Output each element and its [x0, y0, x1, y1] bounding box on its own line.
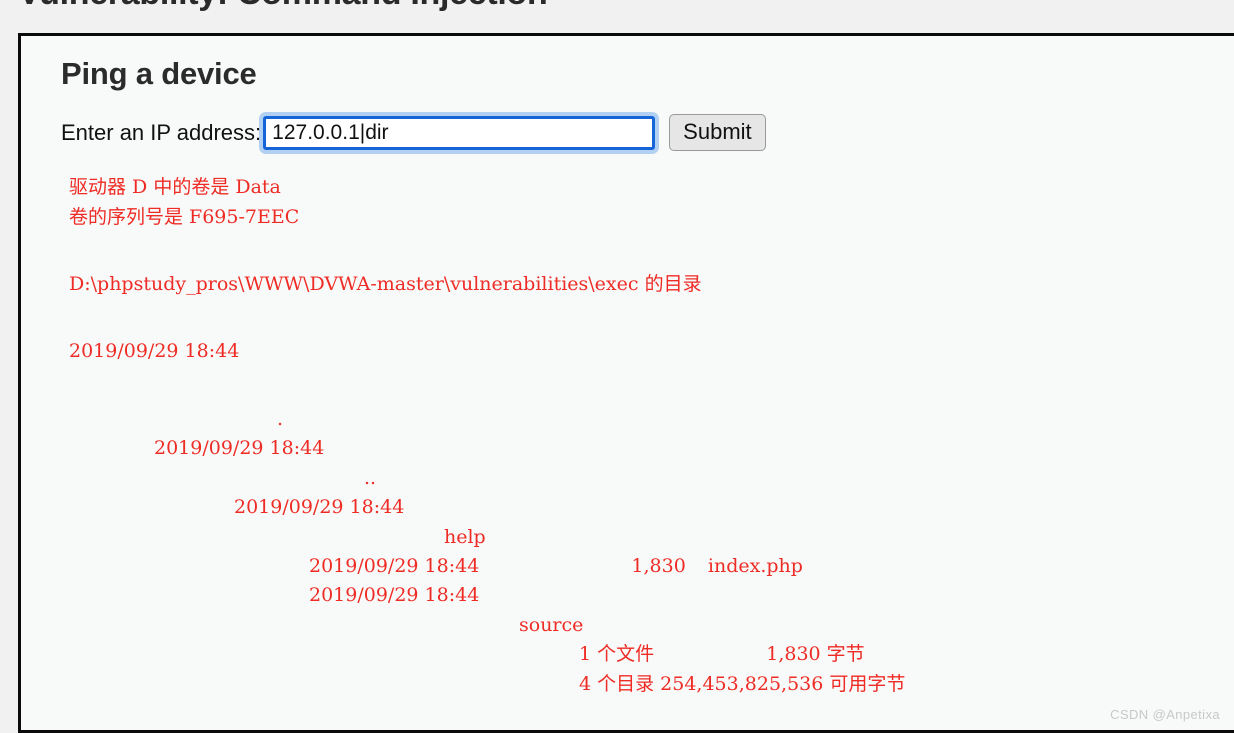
- ping-form: Enter an IP address: Submit: [61, 114, 1234, 152]
- ip-address-label: Enter an IP address:: [61, 119, 262, 145]
- output-row-root-datetime: 2019/09/29 18:44: [69, 340, 240, 363]
- output-row-source-datetime: 2019/09/29 18:44: [309, 584, 480, 607]
- output-row-help-name: help: [444, 525, 486, 548]
- output-summary-files-line: 1 个文件 1,830 字节: [579, 640, 1119, 669]
- ping-a-device-heading: Ping a device: [61, 56, 257, 91]
- submit-button[interactable]: Submit: [669, 114, 766, 152]
- output-row-index-size: 1,830: [631, 555, 686, 578]
- command-output: 驱动器 D 中的卷是 Data 卷的序列号是 F695-7EEC D:\phps…: [69, 173, 1119, 699]
- output-row-dot-datetime: 2019/09/29 18:44: [154, 437, 325, 460]
- output-row-index-datetime: 2019/09/29 18:44: [309, 555, 480, 578]
- output-spacer: [69, 318, 1119, 337]
- panel-content: Ping a device Enter an IP address: Submi…: [21, 36, 1234, 699]
- output-spacer: [69, 367, 1119, 386]
- output-row-index-name: index.php: [707, 555, 803, 578]
- ip-address-input[interactable]: [263, 115, 656, 150]
- output-summary-files-bytes: 1,830 字节: [766, 643, 865, 666]
- output-summary-dirs-line: 4 个目录 254,453,825,536 可用字节: [579, 672, 906, 695]
- output-serial-line: 卷的序列号是 F695-7EEC: [69, 205, 300, 228]
- vulnerability-panel: Ping a device Enter an IP address: Submi…: [18, 33, 1234, 733]
- output-row-dot-name: .: [277, 407, 284, 430]
- watermark: CSDN @Anpetixa: [1110, 707, 1220, 722]
- output-spacer: [69, 251, 1119, 270]
- output-row-source-name: source: [519, 613, 584, 636]
- page-title: Vulnerability: Command Injection: [18, 0, 548, 13]
- output-spacer: [69, 232, 1119, 251]
- output-row-dotdot-name: ..: [364, 466, 377, 489]
- output-volume-line: 驱动器 D 中的卷是 Data: [69, 176, 281, 199]
- output-spacer: [69, 299, 1119, 318]
- output-row-index-line: 2019/09/29 18:44 1,830 index.php: [309, 552, 1119, 581]
- output-summary-files: 1 个文件: [579, 643, 655, 666]
- output-directory-of-line: D:\phpstudy_pros\WWW\DVWA-master\vulnera…: [69, 272, 702, 295]
- output-spacer: [69, 386, 1119, 405]
- output-row-dotdot-datetime: 2019/09/29 18:44: [234, 496, 405, 519]
